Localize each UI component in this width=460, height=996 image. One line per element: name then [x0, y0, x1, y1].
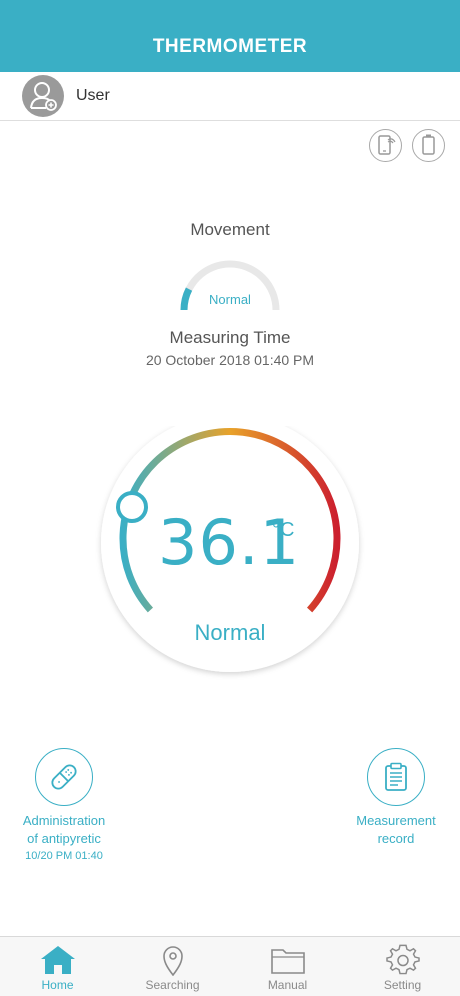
- phone-signal-icon: [378, 135, 396, 155]
- user-row[interactable]: User: [0, 72, 460, 121]
- add-user-icon: [30, 82, 57, 111]
- battery-icon: [422, 134, 435, 155]
- home-icon: [40, 946, 75, 974]
- phone-signal-button[interactable]: [369, 129, 402, 162]
- antipyretic-label: Administration of antipyretic: [14, 812, 114, 848]
- measuring-time-label: Measuring Time: [169, 328, 291, 347]
- page-title: THERMOMETER: [152, 36, 308, 57]
- folder-icon: [270, 949, 305, 974]
- pill-icon: [51, 764, 77, 790]
- gauge-knob: [116, 491, 148, 523]
- nav-manual[interactable]: Manual: [230, 937, 345, 996]
- measurement-record-label-line1: Measurement: [356, 813, 436, 828]
- temperature-value: 36.1: [158, 506, 301, 579]
- measurement-record-button[interactable]: Measurement record: [346, 748, 446, 848]
- nav-searching[interactable]: Searching: [115, 937, 230, 996]
- nav-searching-label: Searching: [145, 978, 200, 992]
- measuring-time-value: 20 October 2018 01:40 PM: [145, 352, 315, 368]
- avatar[interactable]: [22, 75, 64, 117]
- measurement-record-label: Measurement record: [346, 812, 446, 848]
- app-header: THERMOMETER: [0, 0, 460, 72]
- measurement-record-label-line2: record: [377, 831, 415, 846]
- nav-setting[interactable]: Setting: [345, 937, 460, 996]
- pill-icon-circle[interactable]: [35, 748, 93, 806]
- user-name: User: [76, 87, 110, 104]
- movement-status: Normal: [209, 292, 251, 307]
- location-pin-icon: [162, 946, 183, 976]
- nav-manual-label: Manual: [267, 978, 308, 992]
- nav-setting-label: Setting: [383, 978, 422, 992]
- antipyretic-time: 10/20 PM 01:40: [25, 850, 103, 862]
- nav-home[interactable]: Home: [0, 937, 115, 996]
- movement-label: Movement: [190, 220, 270, 239]
- clipboard-icon-circle[interactable]: [367, 748, 425, 806]
- nav-home-label: Home: [41, 978, 74, 992]
- temperature-status: Normal: [194, 620, 266, 645]
- antipyretic-label-line1: Administration: [22, 813, 106, 828]
- antipyretic-button[interactable]: Administration of antipyretic 10/20 PM 0…: [14, 748, 114, 862]
- antipyretic-label-line2: of antipyretic: [27, 831, 101, 846]
- clipboard-icon: [385, 762, 407, 791]
- temperature-unit: °C: [272, 519, 295, 541]
- battery-button[interactable]: [412, 129, 445, 162]
- gear-icon: [385, 944, 420, 975]
- bottom-nav: Home Searching Manual Setting: [0, 936, 460, 996]
